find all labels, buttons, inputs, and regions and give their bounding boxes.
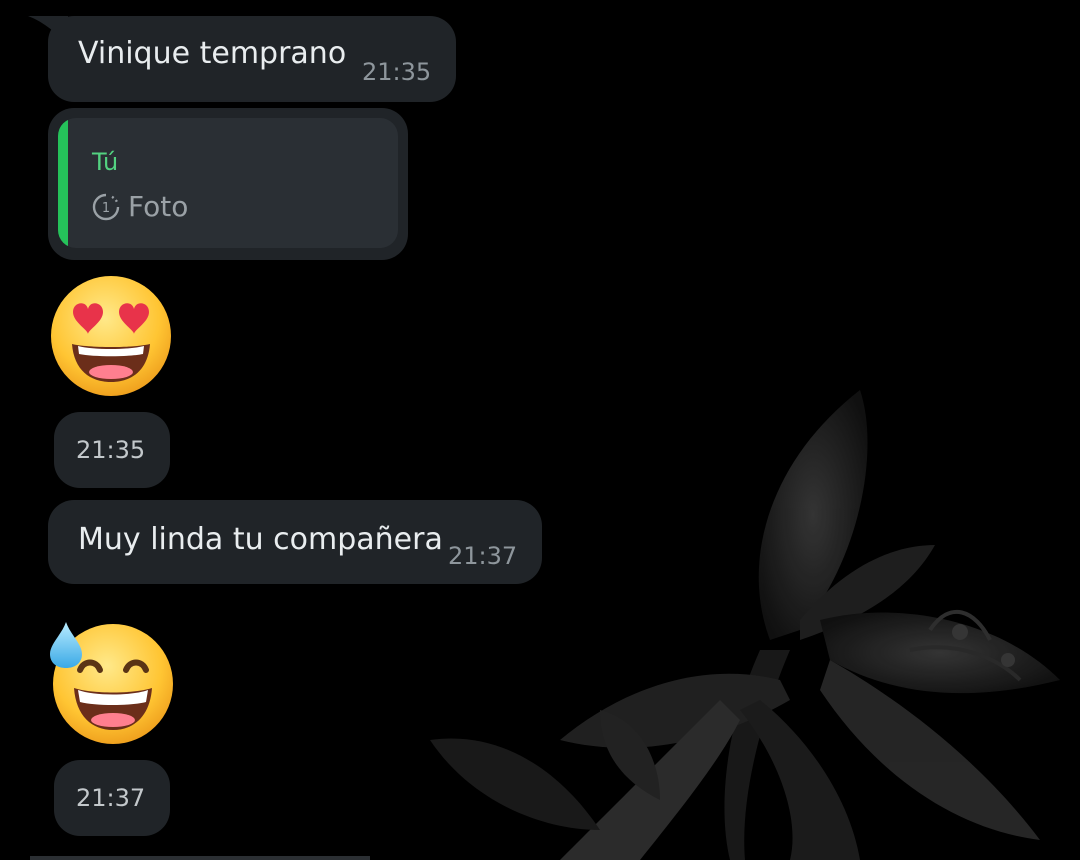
message-time: 21:35 [362,58,432,86]
view-once-count: 1 [102,201,110,216]
message-time: 21:35 [76,436,146,464]
quoted-media: 1 Foto [92,190,188,223]
quoted-author: Tú [92,148,119,176]
message-text: Muy linda tu compañera [78,522,443,557]
view-once-icon: 1 [92,193,120,220]
quoted-message[interactable]: Tú 1 Foto [58,118,398,248]
message-time: 21:37 [76,784,146,812]
bubble-tail [28,16,68,46]
message-bubble-incoming[interactable]: Vinique temprano 21:35 [48,16,456,102]
message-bubble-incoming[interactable]: Muy linda tu compañera 21:37 [48,500,542,584]
message-text: Vinique temprano [78,36,347,71]
emoji-time-pill: 21:35 [54,412,170,488]
quote-accent-bar [58,118,68,248]
message-time: 21:37 [448,542,518,570]
quoted-media-label: Foto [128,190,189,223]
reply-message-bubble[interactable]: Tú 1 Foto [48,108,408,260]
grinning-sweat-emoji [50,622,173,744]
heart-eyes-emoji [51,276,171,396]
partial-next-bubble [30,856,370,860]
emoji-time-pill: 21:37 [54,760,170,836]
